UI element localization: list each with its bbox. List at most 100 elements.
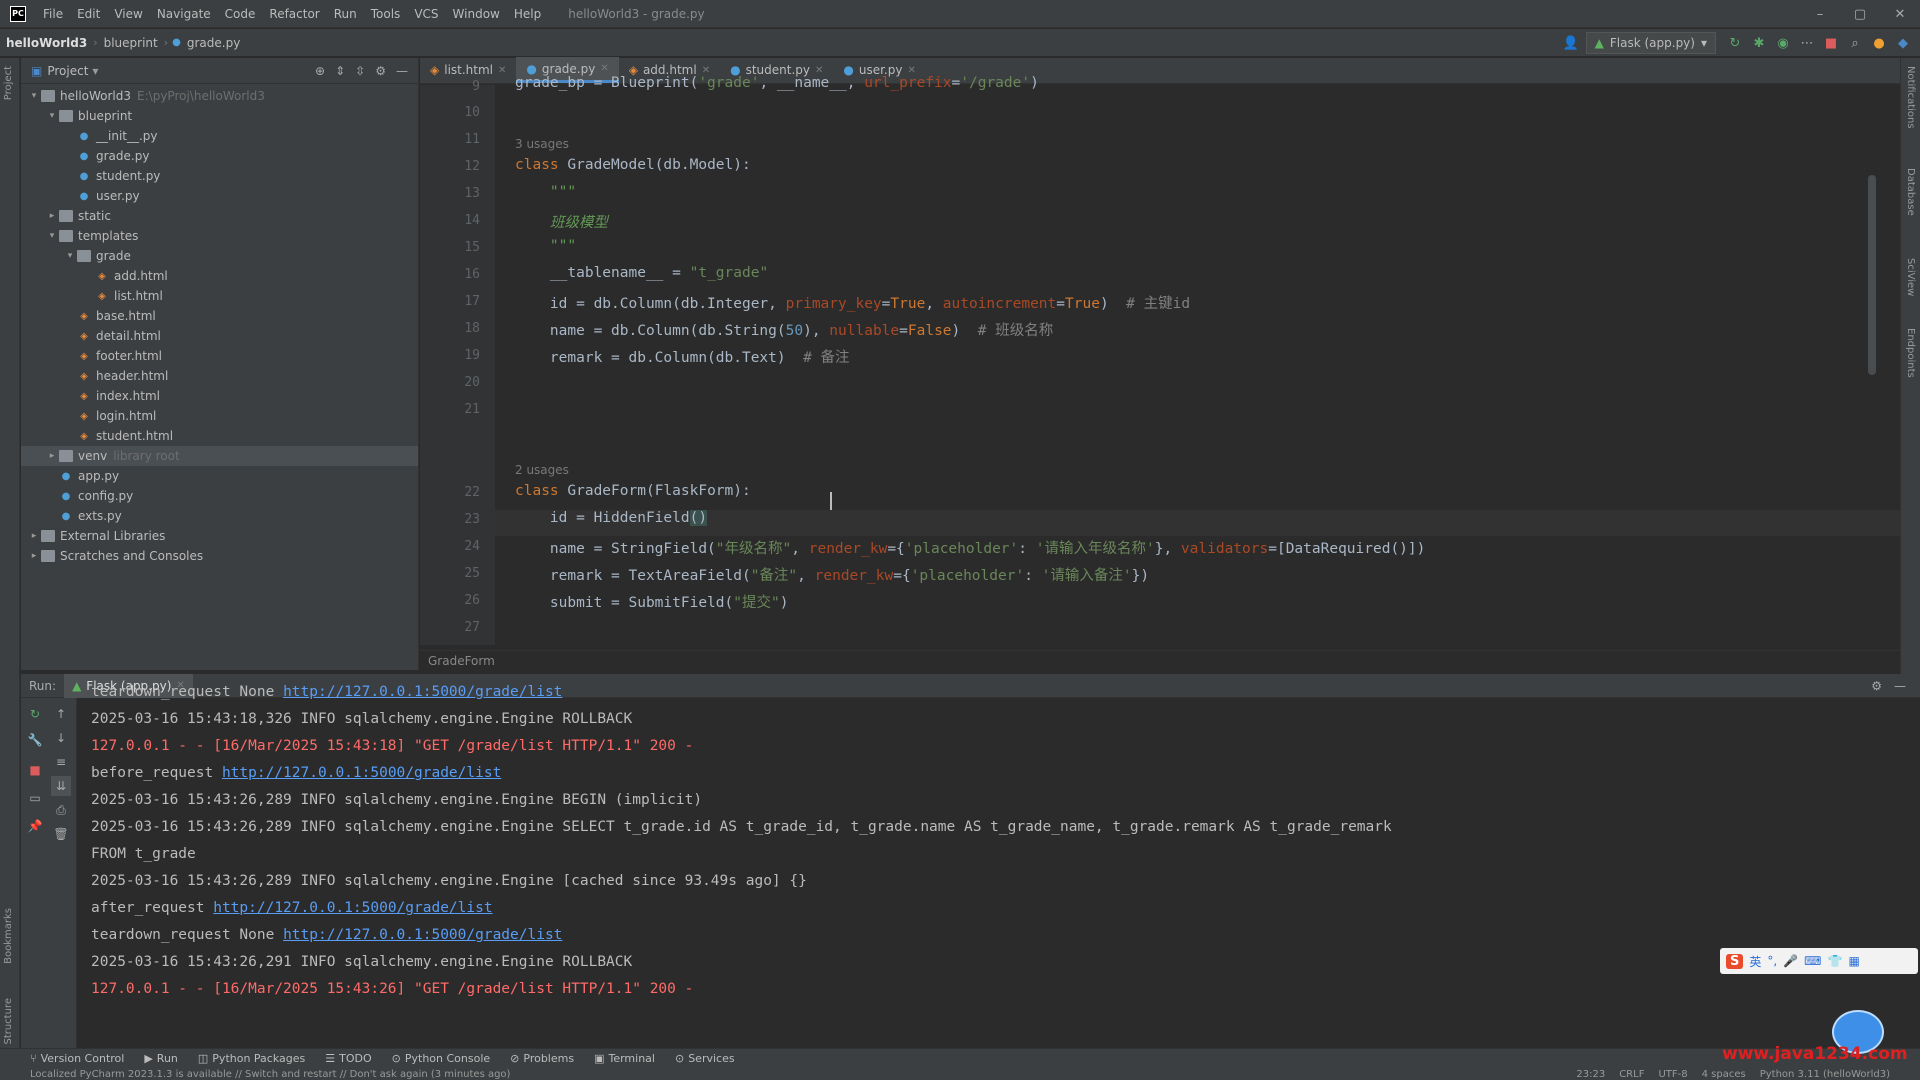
tree-item[interactable]: ▾ helloWorld3 E:\pyProj\helloWorld3 (21, 86, 418, 106)
tool-window-run[interactable]: ▶ Run (144, 1052, 178, 1065)
tool-window-problems[interactable]: ⊘ Problems (510, 1052, 574, 1065)
tree-item[interactable]: ▾ grade (21, 246, 418, 266)
chevron-down-icon[interactable]: ▾ (27, 91, 41, 101)
scroll-up-icon[interactable]: ↑ (51, 704, 71, 724)
chevron-right-icon[interactable]: ▸ (45, 211, 59, 221)
search-icon[interactable]: ⌕ (1846, 34, 1864, 52)
chevron-right-icon[interactable]: ▸ (27, 531, 41, 541)
sciview-tool-label[interactable]: SciView (1905, 258, 1916, 296)
hide-icon[interactable]: — (396, 64, 408, 78)
menu-window[interactable]: Window (446, 7, 507, 21)
tree-item[interactable]: ◈ list.html (21, 286, 418, 306)
tree-item[interactable]: ◈ detail.html (21, 326, 418, 346)
status-message[interactable]: Localized PyCharm 2023.1.3 is available … (0, 1069, 510, 1080)
soft-wrap-icon[interactable]: ≡ (51, 752, 71, 772)
console-link[interactable]: http://127.0.0.1:5000/grade/list (283, 927, 562, 943)
gear-icon[interactable]: ⚙ (1871, 679, 1894, 693)
menu-navigate[interactable]: Navigate (150, 7, 218, 21)
menu-help[interactable]: Help (507, 7, 548, 21)
menu-file[interactable]: File (36, 7, 70, 21)
breadcrumb-file[interactable]: grade.py (181, 36, 246, 50)
project-tool-label[interactable]: Project (3, 66, 14, 100)
chevron-down-icon[interactable]: ▾ (45, 111, 59, 121)
chevron-right-icon[interactable]: ▸ (45, 451, 59, 461)
close-icon[interactable]: ✕ (702, 65, 710, 76)
menu-edit[interactable]: Edit (70, 7, 107, 21)
close-window-button[interactable]: ✕ (1880, 0, 1920, 28)
tool-window-terminal[interactable]: ▣ Terminal (594, 1052, 655, 1065)
tree-item[interactable]: ◈ header.html (21, 366, 418, 386)
tree-item[interactable]: ● exts.py (21, 506, 418, 526)
tree-item[interactable]: ● __init__.py (21, 126, 418, 146)
chevron-down-icon[interactable]: ▾ (92, 64, 98, 78)
menu-code[interactable]: Code (218, 7, 263, 21)
tree-item[interactable]: ◈ base.html (21, 306, 418, 326)
tree-item[interactable]: ▾ templates (21, 226, 418, 246)
tool-window-python-console[interactable]: ⊙ Python Console (392, 1052, 491, 1065)
tree-item[interactable]: ▸ static (21, 206, 418, 226)
line-separator[interactable]: CRLF (1619, 1069, 1644, 1080)
menu-view[interactable]: View (107, 7, 149, 21)
microphone-icon[interactable]: 🎤 (1783, 954, 1798, 968)
keyboard-icon[interactable]: ⌨ (1804, 954, 1821, 968)
user-icon[interactable]: 👤 (1562, 34, 1580, 52)
chevron-right-icon[interactable]: ▸ (27, 551, 41, 561)
minimize-button[interactable]: – (1800, 0, 1840, 28)
console-link[interactable]: http://127.0.0.1:5000/grade/list (283, 684, 562, 700)
layout-icon[interactable]: ▭ (25, 788, 45, 808)
chevron-down-icon[interactable]: ▾ (45, 231, 59, 241)
debug-icon[interactable]: ✱ (1750, 34, 1768, 52)
coverage-icon[interactable]: ◉ (1774, 34, 1792, 52)
caret-position[interactable]: 23:23 (1576, 1069, 1605, 1080)
expand-all-icon[interactable]: ⇕ (335, 64, 345, 78)
tree-item[interactable]: ● app.py (21, 466, 418, 486)
close-icon[interactable]: ✕ (815, 65, 823, 76)
scroll-to-end-icon[interactable]: ⇊ (51, 776, 71, 796)
maximize-button[interactable]: ▢ (1840, 0, 1880, 28)
structure-tool-label[interactable]: Structure (3, 998, 14, 1045)
chevron-down-icon[interactable]: ▾ (63, 251, 77, 261)
usages-hint[interactable]: 2 usages (515, 463, 569, 477)
updates-icon[interactable]: ● (1870, 34, 1888, 52)
menu-vcs[interactable]: VCS (407, 7, 445, 21)
sogou-logo-icon[interactable]: S (1726, 953, 1744, 969)
close-icon[interactable]: ✕ (600, 63, 608, 74)
rerun-icon[interactable]: ↻ (1726, 34, 1744, 52)
tree-item[interactable]: ◈ add.html (21, 266, 418, 286)
language-toggle-icon[interactable]: 英 (1749, 953, 1761, 970)
close-icon[interactable]: ✕ (498, 65, 506, 76)
tool-window-version-control[interactable]: ⑂ Version Control (30, 1052, 124, 1065)
gear-icon[interactable]: ⚙ (375, 64, 386, 78)
interpreter[interactable]: Python 3.11 (helloWorld3) (1760, 1069, 1890, 1080)
rerun-icon[interactable]: ↻ (25, 704, 45, 724)
tree-item[interactable]: ◈ student.html (21, 426, 418, 446)
skin-icon[interactable]: 👕 (1828, 954, 1843, 968)
tool-window-python-packages[interactable]: ◫ Python Packages (198, 1052, 305, 1065)
tool-window-todo[interactable]: ☰ TODO (325, 1052, 371, 1065)
endpoints-tool-label[interactable]: Endpoints (1905, 328, 1916, 378)
tree-item[interactable]: ▾ blueprint (21, 106, 418, 126)
menu-run[interactable]: Run (327, 7, 364, 21)
file-encoding[interactable]: UTF-8 (1658, 1069, 1687, 1080)
hide-icon[interactable]: — (1894, 679, 1920, 693)
stop-icon[interactable]: ■ (1822, 34, 1840, 52)
console-link[interactable]: http://127.0.0.1:5000/grade/list (222, 765, 501, 781)
collapse-all-icon[interactable]: ⇳ (355, 64, 365, 78)
code-editor[interactable]: 9 10 11 12 13 14 15 16 17 18 19 20 21 22 23 24 25 26 27 gr… (420, 75, 1900, 645)
locate-icon[interactable]: ⊕ (315, 64, 325, 78)
pin-icon[interactable]: 📌 (25, 816, 45, 836)
stop-icon[interactable]: ■ (25, 760, 45, 780)
breadcrumb-folder[interactable]: blueprint (98, 36, 164, 50)
usages-hint[interactable]: 3 usages (515, 137, 569, 151)
tree-item[interactable]: ◈ login.html (21, 406, 418, 426)
run-config-selector[interactable]: ▲ Flask (app.py) ▾ (1585, 32, 1716, 54)
tree-item[interactable]: ● grade.py (21, 146, 418, 166)
tree-item[interactable]: ▸ External Libraries (21, 526, 418, 546)
editor-scrollbar[interactable] (1868, 175, 1876, 375)
menu-refactor[interactable]: Refactor (262, 7, 326, 21)
wrench-icon[interactable]: 🔧 (25, 730, 45, 750)
menu-tools[interactable]: Tools (364, 7, 408, 21)
more-run-icon[interactable]: ⋯ (1798, 34, 1816, 52)
tree-item[interactable]: ◈ index.html (21, 386, 418, 406)
close-icon[interactable]: ✕ (907, 65, 915, 76)
